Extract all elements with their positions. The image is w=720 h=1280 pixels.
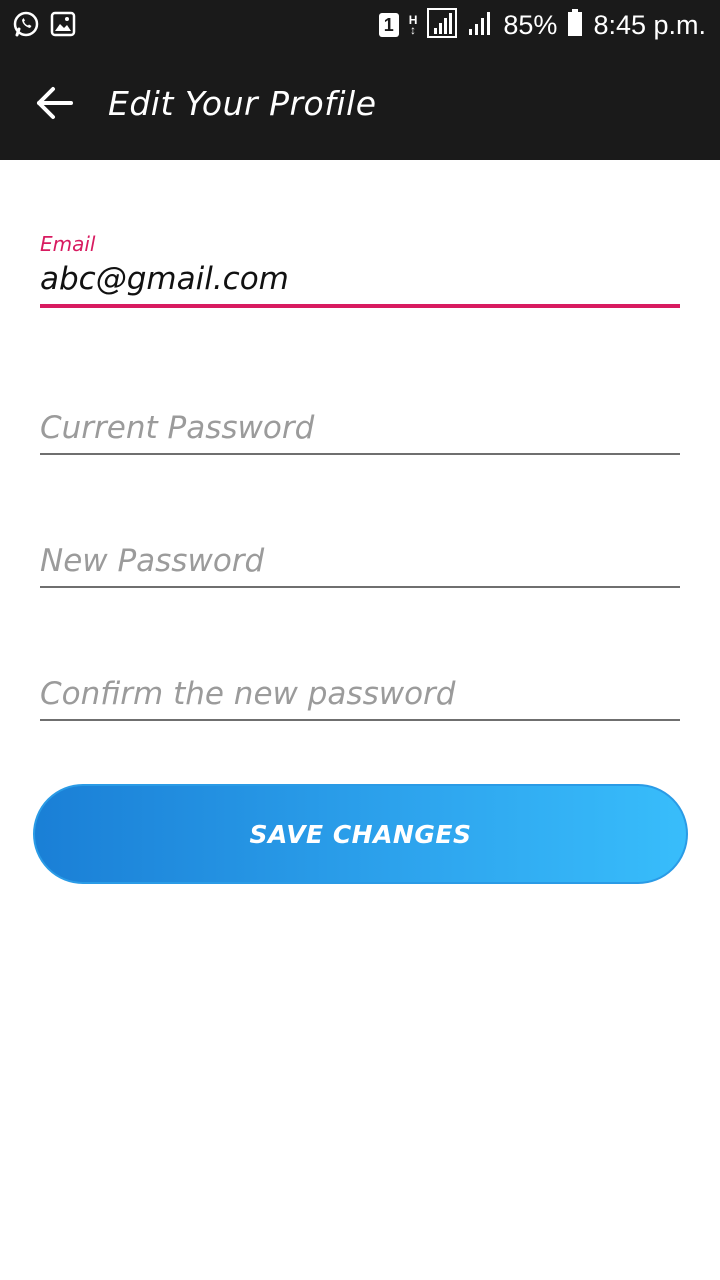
sim-icon: 1 — [378, 13, 399, 37]
app-bar: Edit Your Profile — [0, 56, 720, 156]
whatsapp-icon — [12, 10, 40, 42]
confirm-password-field-group — [40, 673, 680, 721]
email-field-group: Email — [40, 232, 680, 308]
email-field[interactable] — [40, 258, 680, 304]
top-bar: 1 H ↕ 85% 8:45 p.m. Edit Your Profile — [0, 0, 720, 160]
gallery-icon — [50, 11, 76, 41]
back-button[interactable] — [30, 82, 80, 128]
current-password-field[interactable] — [40, 407, 680, 453]
battery-icon — [567, 9, 583, 41]
status-bar: 1 H ↕ 85% 8:45 p.m. — [0, 0, 720, 50]
new-password-underline — [40, 586, 680, 588]
save-changes-button[interactable]: SAVE CHANGES — [33, 784, 688, 884]
clock: 8:45 p.m. — [593, 9, 706, 40]
battery-percent: 85% — [503, 9, 558, 40]
email-label: Email — [40, 232, 96, 256]
page-title: Edit Your Profile — [108, 84, 377, 123]
email-underline — [40, 304, 680, 308]
signal-icon — [467, 10, 493, 40]
new-password-field[interactable] — [40, 540, 680, 586]
new-password-field-group — [40, 540, 680, 588]
arrow-left-icon — [36, 86, 74, 124]
confirm-password-field[interactable] — [40, 673, 680, 719]
network-type-label: H — [408, 13, 418, 27]
current-password-underline — [40, 453, 680, 455]
confirm-password-underline — [40, 719, 680, 721]
current-password-field-group — [40, 407, 680, 455]
signal-icon — [427, 8, 458, 42]
network-h-icon: H ↕ — [408, 13, 418, 37]
